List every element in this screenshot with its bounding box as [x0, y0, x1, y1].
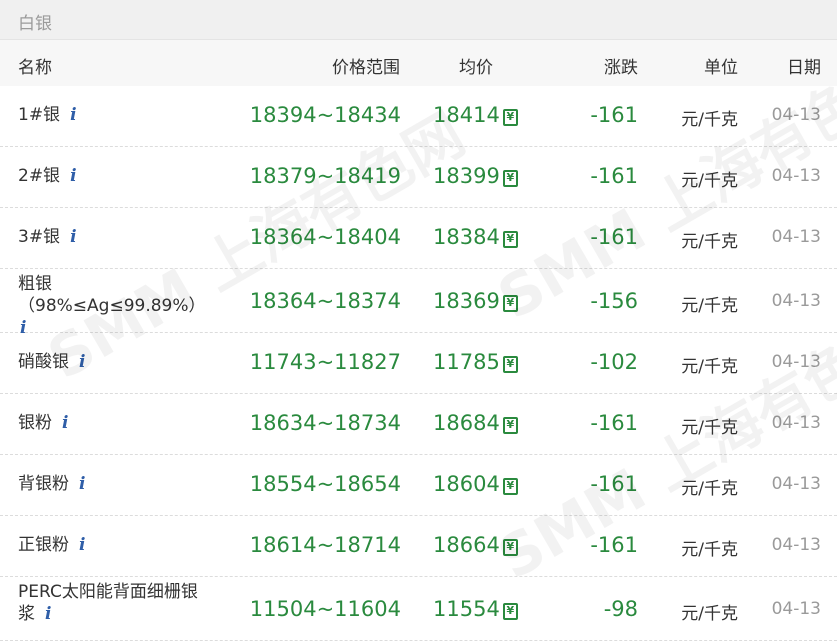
price-date: 04-13: [771, 413, 821, 433]
price-change: -161: [590, 411, 638, 435]
table-row: 正银粉 i 18614~18714 18664 ¥ -161 元/千克 04-13: [0, 516, 837, 577]
table-row: 1#银 i 18394~18434 18414 ¥ -161 元/千克 04-13: [0, 86, 837, 147]
info-icon[interactable]: i: [70, 165, 76, 187]
price-unit: 元/千克: [681, 232, 738, 252]
price-change: -161: [590, 103, 638, 127]
info-icon[interactable]: i: [79, 351, 85, 373]
price-date: 04-13: [771, 352, 821, 372]
col-header-change: 涨跌: [604, 58, 638, 78]
price-table-body: 1#银 i 18394~18434 18414 ¥ -161 元/千克 04-13 …: [0, 86, 837, 641]
info-icon[interactable]: i: [70, 104, 76, 126]
avg-price: 11554 ¥: [433, 597, 518, 621]
table-row: 硝酸银 i 11743~11827 11785 ¥ -102 元/千克 04-13: [0, 333, 837, 394]
price-range: 18614~18714: [249, 533, 401, 557]
price-unit: 元/千克: [681, 540, 738, 560]
yen-chart-icon[interactable]: ¥: [502, 109, 518, 126]
price-unit: 元/千克: [681, 357, 738, 377]
avg-price: 18604 ¥: [433, 472, 518, 496]
yen-chart-icon[interactable]: ¥: [502, 356, 518, 373]
price-range: 18364~18404: [249, 225, 401, 249]
price-change: -156: [590, 289, 638, 313]
price-date: 04-13: [771, 105, 821, 125]
yen-chart-icon[interactable]: ¥: [502, 170, 518, 187]
table-row: 银粉 i 18634~18734 18684 ¥ -161 元/千克 04-13: [0, 394, 837, 455]
table-row: 2#银 i 18379~18419 18399 ¥ -161 元/千克 04-13: [0, 147, 837, 208]
avg-price: 18684 ¥: [433, 411, 518, 435]
table-row: 背银粉 i 18554~18654 18604 ¥ -161 元/千克 04-13: [0, 455, 837, 516]
yen-chart-icon[interactable]: ¥: [502, 603, 518, 620]
product-name: 正银粉 i: [18, 534, 86, 556]
product-name: 银粉 i: [18, 412, 69, 434]
table-row: PERC太阳能背面细栅银浆 i 11504~11604 11554 ¥ -98 元/…: [0, 577, 837, 641]
price-unit: 元/千克: [681, 418, 738, 438]
price-unit: 元/千克: [681, 171, 738, 191]
product-name: 2#银 i: [18, 165, 77, 187]
avg-price: 18664 ¥: [433, 533, 518, 557]
price-date: 04-13: [771, 291, 821, 311]
price-unit: 元/千克: [681, 604, 738, 624]
section-title: 白银: [18, 14, 52, 34]
col-header-name: 名称: [18, 58, 52, 78]
yen-chart-icon[interactable]: ¥: [502, 231, 518, 248]
price-date: 04-13: [771, 166, 821, 186]
yen-chart-icon[interactable]: ¥: [502, 478, 518, 495]
col-header-range: 价格范围: [332, 58, 400, 78]
price-date: 04-13: [771, 599, 821, 619]
info-icon[interactable]: i: [79, 473, 85, 495]
yen-chart-icon[interactable]: ¥: [502, 417, 518, 434]
price-change: -161: [590, 472, 638, 496]
avg-price: 18384 ¥: [433, 225, 518, 249]
yen-chart-icon[interactable]: ¥: [502, 539, 518, 556]
price-range: 11743~11827: [249, 350, 401, 374]
price-unit: 元/千克: [681, 296, 738, 316]
info-icon[interactable]: i: [45, 603, 51, 625]
price-change: -161: [590, 533, 638, 557]
product-name: 背银粉 i: [18, 473, 86, 495]
avg-price: 18399 ¥: [433, 164, 518, 188]
price-date: 04-13: [771, 535, 821, 555]
product-name: 1#银 i: [18, 104, 77, 126]
price-change: -98: [603, 597, 638, 621]
price-change: -161: [590, 164, 638, 188]
price-range: 18364~18374: [249, 289, 401, 313]
info-icon[interactable]: i: [70, 226, 76, 248]
section-title-bar: 白银: [0, 0, 837, 40]
price-range: 18554~18654: [249, 472, 401, 496]
avg-price: 18369 ¥: [433, 289, 518, 313]
table-row: 粗银（98%≤Ag≤99.89%） i 18364~18374 18369 ¥ -1…: [0, 269, 837, 338]
col-header-date: 日期: [787, 58, 821, 78]
product-name: 硝酸银 i: [18, 351, 86, 373]
col-header-unit: 单位: [704, 58, 738, 78]
avg-price: 11785 ¥: [433, 350, 518, 374]
col-header-avg: 均价: [459, 58, 493, 78]
product-name: PERC太阳能背面细栅银浆 i: [18, 582, 198, 625]
info-icon[interactable]: i: [79, 534, 85, 556]
price-range: 11504~11604: [249, 597, 401, 621]
avg-price: 18414 ¥: [433, 103, 518, 127]
price-unit: 元/千克: [681, 479, 738, 499]
table-header: 名称 价格范围 均价 涨跌 单位 日期: [0, 40, 837, 86]
info-icon[interactable]: i: [62, 412, 68, 434]
table-row: 3#银 i 18364~18404 18384 ¥ -161 元/千克 04-13: [0, 208, 837, 269]
price-unit: 元/千克: [681, 110, 738, 130]
price-change: -102: [590, 350, 638, 374]
product-name: 粗银（98%≤Ag≤99.89%） i: [18, 274, 206, 338]
yen-chart-icon[interactable]: ¥: [502, 295, 518, 312]
price-change: -161: [590, 225, 638, 249]
price-date: 04-13: [771, 227, 821, 247]
price-date: 04-13: [771, 474, 821, 494]
price-range: 18379~18419: [249, 164, 401, 188]
product-name: 3#银 i: [18, 226, 77, 248]
price-range: 18634~18734: [249, 411, 401, 435]
price-range: 18394~18434: [249, 103, 401, 127]
